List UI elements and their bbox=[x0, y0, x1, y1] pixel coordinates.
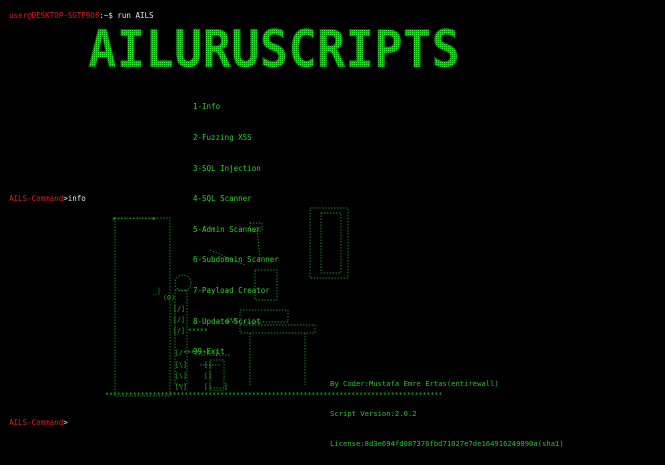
svg-text:[\]: [\] bbox=[175, 372, 187, 380]
svg-text:[]: [] bbox=[204, 372, 212, 380]
menu-item-sql-injection: 3-SQL Injection bbox=[193, 163, 261, 173]
credits-block: By Coder:Mustafa Emre Ertas(entirewall) … bbox=[330, 359, 564, 459]
svg-text:[/]: [/] bbox=[173, 316, 185, 324]
prompt-host: user@DESKTOP-SGTF9OF bbox=[9, 11, 100, 20]
command-prompt-label-2: AILS-Command bbox=[9, 418, 64, 427]
terminal-prompt-line: user@DESKTOP-SGTF9OF:~$ run AILS bbox=[0, 2, 154, 20]
svg-text:+---------+: +---------+ bbox=[112, 215, 156, 223]
menu-item-sql-scanner: 4-SQL Scanner bbox=[193, 194, 252, 204]
credits-version: Script Version:2.0.2 bbox=[330, 409, 417, 418]
svg-text:[/]: [/] bbox=[173, 305, 185, 313]
banner-title: AILURUSCRIPTS bbox=[88, 20, 460, 76]
svg-text:_|: _| bbox=[153, 287, 161, 295]
command-prompt-label: AILS-Command bbox=[9, 194, 64, 203]
svg-text:[|___]: [|___] bbox=[204, 383, 228, 391]
svg-text:[/]: [/] bbox=[173, 327, 185, 335]
svg-text:[\]: [\] bbox=[175, 361, 187, 369]
svg-text:[/********]: [/********] bbox=[175, 349, 219, 357]
svg-text:[\]: [\] bbox=[175, 383, 187, 391]
command-line-info: AILS-Command>info bbox=[9, 194, 86, 203]
command-input-info: info bbox=[67, 194, 86, 203]
menu-item-fuzzing-xss: 2-Fuzzing XSS bbox=[193, 133, 252, 143]
credits-coder: By Coder:Mustafa Emre Ertas(entirewall) bbox=[330, 379, 499, 388]
svg-text:(0): (0) bbox=[163, 294, 175, 302]
command-line-empty[interactable]: AILS-Command> bbox=[0, 409, 68, 427]
ascii-banner: AILURUSCRIPTS bbox=[88, 20, 461, 76]
menu-item-info: 1-Info bbox=[193, 102, 221, 112]
prompt-command: run AILS bbox=[117, 11, 154, 20]
prompt-suffix: :~$ bbox=[99, 11, 118, 20]
svg-text:*****: ***** bbox=[188, 327, 208, 335]
credits-license: License:8d3e694fd087376fbd71027e7de16491… bbox=[330, 439, 564, 448]
svg-text:[]: [] bbox=[204, 361, 212, 369]
svg-text:$%%: $%% bbox=[226, 317, 238, 325]
